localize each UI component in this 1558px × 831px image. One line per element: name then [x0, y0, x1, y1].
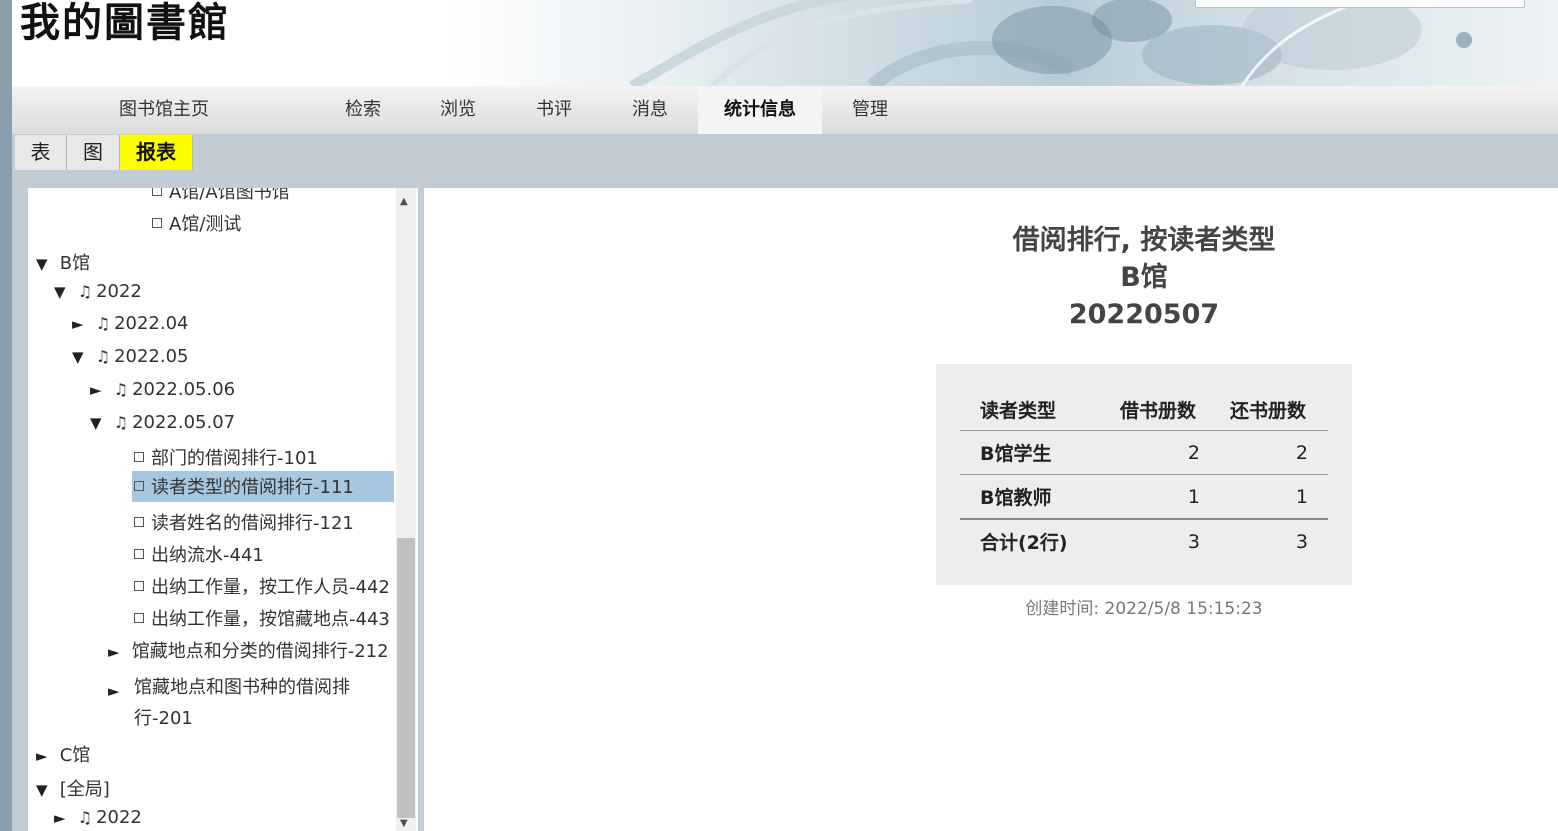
expand-right-icon[interactable]: ►: [36, 747, 54, 765]
nav-search[interactable]: 检索: [333, 86, 393, 134]
table-row: B馆教师 1 1: [960, 474, 1328, 519]
checkbox-square-icon: [134, 613, 144, 623]
tree-node-year[interactable]: ▼ ♫ 2022: [54, 281, 142, 302]
checkbox-square-icon: [134, 481, 144, 491]
cell-borrow-count: 1: [1108, 474, 1208, 519]
tree-scrollbar[interactable]: ▲ ▼: [396, 188, 416, 831]
nav-manage[interactable]: 管理: [840, 86, 900, 134]
cell-borrow-count: 2: [1108, 430, 1208, 475]
tree-node-month[interactable]: ► ♫ 2022.04: [72, 313, 189, 334]
expand-right-icon[interactable]: ►: [54, 809, 72, 827]
view-tab-bar: 表 图 报表: [12, 134, 1558, 188]
scroll-down-arrow-icon[interactable]: ▼: [400, 818, 408, 829]
expand-right-icon[interactable]: ►: [108, 643, 126, 661]
expand-right-icon[interactable]: ►: [72, 315, 90, 333]
report-date: 20220507: [1068, 299, 1220, 330]
panel-splitter[interactable]: [418, 188, 424, 831]
tree-node-year[interactable]: ► ♫ 2022: [54, 807, 142, 828]
cell-return-total: 3: [1208, 518, 1328, 563]
cell-return-count: 2: [1208, 430, 1328, 475]
scroll-up-arrow-icon[interactable]: ▲: [400, 196, 408, 207]
tree-node-month[interactable]: ▼ ♫ 2022.05: [72, 346, 189, 367]
scrollbar-thumb[interactable]: [397, 538, 415, 818]
tree-node-library[interactable]: ► C馆: [36, 741, 90, 767]
tab-chart[interactable]: 图: [67, 135, 120, 170]
column-header: 读者类型: [980, 399, 1057, 422]
expand-right-icon[interactable]: ►: [108, 682, 126, 700]
nav-reviews[interactable]: 书评: [524, 86, 584, 134]
tree-report-item[interactable]: 部门的借阅排行-101: [134, 444, 318, 470]
report-table-container: 读者类型 借书册数 还书册数 B馆学生 2 2 B馆教师 1 1 合计(2行) …: [936, 364, 1352, 585]
expand-down-icon[interactable]: ▼: [36, 781, 54, 799]
tree-node-group[interactable]: ► 馆藏地点和分类的借阅排行-212: [108, 637, 389, 663]
report-tree-panel: A馆/A馆图书馆 A馆/测试 ▼ B馆 ▼ ♫ 2022 ► ♫ 2022.04 ▼…: [12, 188, 418, 831]
expand-down-icon[interactable]: ▼: [72, 348, 90, 366]
nav-statistics[interactable]: 统计信息: [698, 86, 822, 134]
tree-node-group-label[interactable]: 馆藏地点和图书种的借阅排 行-201: [134, 672, 350, 734]
checkbox-square-icon: [134, 517, 144, 527]
tree-node-day[interactable]: ► ♫ 2022.05.06: [90, 379, 235, 400]
music-note-icon: ♫: [113, 413, 129, 432]
tree-node-library[interactable]: ▼ [全局]: [36, 775, 110, 801]
expand-down-icon[interactable]: ▼: [54, 283, 72, 301]
expand-right-icon[interactable]: ►: [90, 381, 108, 399]
music-note-icon: ♫: [77, 282, 93, 301]
column-header: 借书册数: [1119, 399, 1196, 422]
tree-report-item[interactable]: 出纳流水-441: [134, 541, 264, 567]
checkbox-square-icon: [152, 188, 162, 196]
tree-report-item-selected[interactable]: 读者类型的借阅排行-111: [132, 471, 394, 502]
search-input[interactable]: [1195, 0, 1525, 8]
music-note-icon: ♫: [113, 380, 129, 399]
header-banner: 我的圖書館: [12, 0, 1558, 86]
created-timestamp: 创建时间: 2022/5/8 15:15:23: [1025, 599, 1263, 619]
report-title: 借阅排行, 按读者类型 B馆 20220507: [944, 222, 1344, 333]
column-header: 还书册数: [1229, 399, 1306, 422]
tab-table[interactable]: 表: [15, 135, 67, 170]
music-note-icon: ♫: [77, 808, 93, 827]
report-library: B馆: [1120, 262, 1168, 293]
tree-report-item[interactable]: 出纳工作量，按馆藏地点-443: [134, 605, 390, 631]
tree-report-item[interactable]: 读者姓名的借阅排行-121: [134, 509, 354, 535]
tree-node-group-toggle[interactable]: ►: [108, 680, 126, 701]
nav-browse[interactable]: 浏览: [428, 86, 488, 134]
cell-reader-type: B馆学生: [960, 430, 1108, 475]
tab-report[interactable]: 报表: [120, 135, 193, 170]
tree-report-item[interactable]: 出纳工作量，按工作人员-442: [134, 573, 390, 599]
tree-node-library[interactable]: ▼ B馆: [36, 249, 90, 275]
tree-leaf[interactable]: A馆/A馆图书馆: [152, 188, 290, 204]
tree-node-day[interactable]: ▼ ♫ 2022.05.07: [90, 412, 235, 433]
report-title-line: 借阅排行, 按读者类型: [1012, 225, 1276, 256]
window-frame-left: [0, 0, 12, 831]
checkbox-square-icon: [134, 549, 144, 559]
music-note-icon: ♫: [95, 314, 111, 333]
expand-down-icon[interactable]: ▼: [36, 255, 54, 273]
floral-background-art: [629, 0, 1472, 86]
nav-messages[interactable]: 消息: [620, 86, 680, 134]
table-header-row: 读者类型 借书册数 还书册数: [960, 388, 1328, 431]
cell-reader-type: B馆教师: [960, 474, 1108, 519]
checkbox-square-icon: [134, 581, 144, 591]
cell-borrow-total: 3: [1108, 518, 1208, 563]
tree-leaf[interactable]: A馆/测试: [152, 210, 241, 236]
nav-home[interactable]: 图书馆主页: [112, 86, 216, 134]
checkbox-square-icon: [134, 452, 144, 462]
music-note-icon: ♫: [95, 347, 111, 366]
expand-down-icon[interactable]: ▼: [90, 414, 108, 432]
checkbox-square-icon: [152, 218, 162, 228]
site-logo[interactable]: 我的圖書館: [20, 0, 230, 46]
top-navigation: 图书馆主页 检索 浏览 书评 消息 统计信息 管理: [12, 86, 1558, 135]
cell-return-count: 1: [1208, 474, 1328, 519]
table-total-row: 合计(2行) 3 3: [960, 518, 1328, 563]
table-row: B馆学生 2 2: [960, 430, 1328, 475]
report-table: 读者类型 借书册数 还书册数 B馆学生 2 2 B馆教师 1 1 合计(2行) …: [960, 388, 1328, 563]
cell-total-label: 合计(2行): [960, 518, 1108, 563]
